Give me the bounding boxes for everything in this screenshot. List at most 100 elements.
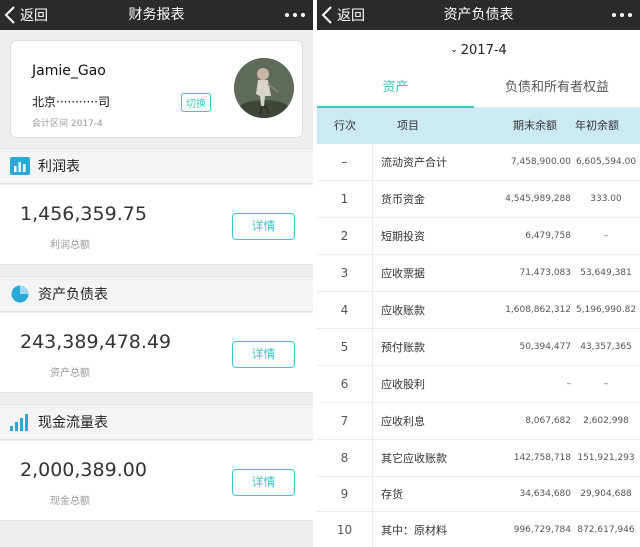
begin-balance: 53,649,381: [580, 268, 632, 278]
back-label: 返回: [337, 8, 365, 24]
nav-bar: 返回 财务报表: [0, 0, 313, 30]
total-profit-amount: 1,456,359.75: [20, 203, 147, 225]
bar-chart-icon: [10, 157, 30, 175]
item-name: 存货: [381, 488, 403, 501]
more-menu-button[interactable]: [285, 0, 305, 30]
more-dots-icon: [285, 13, 289, 17]
period-selector[interactable]: ⌄ 2017-4: [317, 30, 640, 70]
begin-balance: 5,196,990.82: [575, 305, 637, 315]
end-balance: 71,473,083: [519, 268, 571, 278]
avatar: [234, 58, 294, 118]
line-no: 5: [317, 329, 373, 365]
income-detail-button[interactable]: 详情: [232, 213, 295, 240]
end-balance: 1,608,862,312: [505, 305, 571, 315]
more-dots-icon: [612, 13, 616, 17]
line-no: 7: [317, 403, 373, 439]
nav-bar: 返回 资产负债表: [317, 0, 640, 30]
item-name: 应收股利: [381, 378, 425, 391]
tab-assets[interactable]: 资产: [317, 70, 474, 108]
table-row[interactable]: 8 其它应收账款 142,758,718 151,921,293: [317, 440, 640, 477]
end-balance: 4,545,989,288: [505, 194, 571, 204]
item-name: 流动资产合计: [381, 156, 447, 169]
line-no: 10: [317, 512, 373, 547]
column-header-line-no: 行次: [334, 119, 356, 132]
table-row[interactable]: – 流动资产合计 7,458,900.00 6,605,594.00: [317, 144, 640, 181]
begin-balance: 333.00: [590, 194, 622, 204]
total-assets-amount: 243,389,478.49: [20, 331, 172, 353]
line-no: 9: [317, 477, 373, 511]
end-balance: 34,634,680: [519, 489, 571, 499]
amount-label: 现金总额: [50, 496, 90, 507]
tab-liabilities-equity[interactable]: 负债和所有者权益: [474, 70, 640, 108]
page-title: 资产负债表: [443, 7, 514, 23]
profile-card: Jamie_Gao 北京···········司 切换 会计区间 2017-4: [10, 40, 303, 138]
total-cash-amount: 2,000,389.00: [20, 459, 147, 481]
section-title: 利润表: [38, 159, 80, 175]
begin-balance: –: [603, 379, 609, 389]
column-header-end-balance: 期末余额: [513, 119, 557, 132]
item-name: 应收票据: [381, 267, 425, 280]
line-no: 2: [317, 218, 373, 254]
financial-reports-screen: 返回 财务报表 Jamie_Gao 北京···········司 切换 会计区间…: [0, 0, 313, 547]
table-row[interactable]: 7 应收利息 8,067,682 2,602,998: [317, 403, 640, 440]
chevron-left-icon: [4, 6, 15, 24]
item-name: 应收利息: [381, 415, 425, 428]
period-value: 2017-4: [460, 42, 507, 58]
line-no: 1: [317, 181, 373, 217]
switch-company-button[interactable]: 切换: [181, 93, 211, 112]
chevron-left-icon: [321, 6, 332, 24]
cashflow-detail-button[interactable]: 详情: [232, 469, 295, 496]
end-balance: 8,067,682: [525, 416, 571, 426]
balance-detail-button[interactable]: 详情: [232, 341, 295, 368]
section-card-balance: 243,389,478.49 资产总额 详情: [0, 313, 313, 393]
more-menu-button[interactable]: [612, 0, 632, 30]
line-no: 3: [317, 255, 373, 291]
table-row[interactable]: 3 应收票据 71,473,083 53,649,381: [317, 255, 640, 292]
begin-balance: 2,602,998: [583, 416, 629, 426]
section-card-income: 1,456,359.75 利润总额 详情: [0, 185, 313, 265]
balance-sheet-screen: 返回 资产负债表 ⌄ 2017-4 资产 负债和所有者权益 行次 项目 期末余额…: [317, 0, 640, 547]
caret-down-icon: ⌄: [450, 45, 458, 55]
section-title: 现金流量表: [38, 415, 108, 431]
section-title: 资产负债表: [38, 287, 108, 303]
end-balance: –: [566, 379, 572, 389]
accounting-period: 会计区间 2017-4: [32, 119, 103, 129]
section-header-cashflow: 现金流量表: [0, 404, 313, 440]
table-row[interactable]: 1 货币资金 4,545,989,288 333.00: [317, 181, 640, 218]
table-row[interactable]: 6 应收股利 – –: [317, 366, 640, 403]
item-name: 应收账款: [381, 304, 425, 317]
avatar-photo-icon: [234, 58, 294, 118]
line-no: 4: [317, 292, 373, 328]
table-header: 行次 项目 期末余额 年初余额: [317, 108, 640, 144]
username: Jamie_Gao: [32, 63, 106, 79]
table-row[interactable]: 5 预付账款 50,394,477 43,357,365: [317, 329, 640, 366]
line-no: 8: [317, 440, 373, 476]
column-header-item: 项目: [397, 119, 419, 132]
tab-bar: 资产 负债和所有者权益: [317, 70, 640, 108]
back-button[interactable]: 返回: [4, 0, 48, 30]
amount-label: 资产总额: [50, 368, 90, 379]
section-header-balance: 资产负债表: [0, 276, 313, 312]
table-row[interactable]: 4 应收账款 1,608,862,312 5,196,990.82: [317, 292, 640, 329]
end-balance: 6,479,758: [525, 231, 571, 241]
begin-balance: 6,605,594.00: [575, 157, 637, 167]
amount-label: 利润总额: [50, 240, 90, 251]
table-row[interactable]: 2 短期投资 6,479,758 –: [317, 218, 640, 255]
end-balance: 996,729,784: [513, 524, 571, 535]
begin-balance: –: [603, 231, 609, 241]
back-button[interactable]: 返回: [321, 0, 365, 30]
back-label: 返回: [20, 8, 48, 24]
section-card-cashflow: 2,000,389.00 现金总额 详情: [0, 441, 313, 521]
end-balance: 142,758,718: [513, 453, 571, 463]
end-balance: 7,458,900.00: [510, 157, 571, 167]
table-row[interactable]: 9 存货 34,634,680 29,904,688: [317, 477, 640, 512]
table-row[interactable]: 10 其中：原材料 996,729,784 872,617,946: [317, 512, 640, 547]
begin-balance: 29,904,688: [580, 489, 632, 499]
item-name: 短期投资: [381, 230, 425, 243]
item-name: 其中：原材料: [381, 523, 447, 537]
section-header-income: 利润表: [0, 148, 313, 184]
item-name: 其它应收账款: [381, 452, 447, 465]
item-name: 货币资金: [381, 193, 425, 206]
begin-balance: 151,921,293: [577, 453, 635, 463]
column-header-begin-balance: 年初余额: [575, 119, 619, 132]
